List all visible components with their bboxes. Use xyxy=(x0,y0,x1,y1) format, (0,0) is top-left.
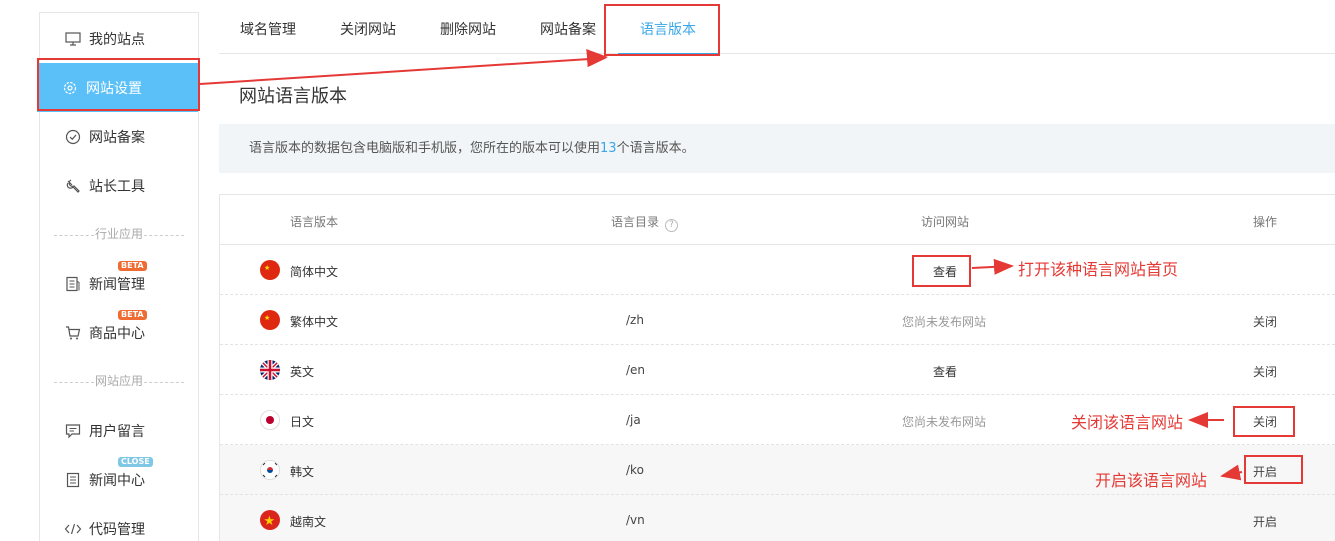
sidebar-item-my-sites[interactable]: 我的站点 xyxy=(40,14,198,63)
annotation-box-site-settings xyxy=(37,58,200,111)
language-name: 韩文 xyxy=(290,465,315,479)
sidebar-item-site-filing[interactable]: 网站备案 xyxy=(40,112,198,161)
sidebar-item-label: 用户留言 xyxy=(89,423,145,440)
china-flag-icon: ★ xyxy=(260,260,280,280)
annotation-box-view-button xyxy=(912,255,971,287)
language-name: 简体中文 xyxy=(290,265,339,279)
language-directory: /ja xyxy=(626,413,641,427)
close-language-button[interactable]: 关闭 xyxy=(1253,313,1277,330)
sidebar-item-label: 代码管理 xyxy=(89,521,145,538)
language-directory: /en xyxy=(626,363,646,377)
section-site-apps: 网站应用 xyxy=(40,372,198,392)
document-icon xyxy=(64,471,82,489)
message-icon xyxy=(64,422,82,440)
table-header: 语言版本 语言目录? 访问网站 操作 xyxy=(220,195,1335,245)
korea-flag-icon xyxy=(260,460,280,480)
site-not-published-text: 您尚未发布网站 xyxy=(902,315,987,329)
beta-badge: BETA xyxy=(118,310,147,320)
language-directory: /vn xyxy=(626,513,645,527)
enable-language-button[interactable]: 开启 xyxy=(1253,513,1277,530)
settings-tabs: 域名管理 关闭网站 删除网站 网站备案 语言版本 xyxy=(219,0,1335,55)
site-not-published-text: 您尚未发布网站 xyxy=(902,415,987,429)
header-directory: 语言目录? xyxy=(611,213,679,232)
header-visit: 访问网站 xyxy=(921,215,970,229)
close-language-button[interactable]: 关闭 xyxy=(1253,363,1277,380)
document-icon xyxy=(64,275,82,293)
china-flag-icon: ★ xyxy=(260,310,280,330)
close-badge: CLOSE xyxy=(118,457,153,467)
table-row: ★ 越南文 /vn 开启 xyxy=(220,495,1335,541)
code-icon xyxy=(64,520,82,538)
svg-text:★: ★ xyxy=(264,514,276,529)
uk-flag-icon xyxy=(260,360,280,380)
annotation-box-enable-button xyxy=(1244,455,1303,484)
tab-close-site[interactable]: 关闭网站 xyxy=(340,0,396,54)
language-name: 日文 xyxy=(290,415,315,429)
app-root: 我的站点 网站设置 网站备案 站长工具 行业应用 新闻管理 BETA 商品中心 … xyxy=(0,0,1335,541)
annotation-enable-language: 开启该语言网站 xyxy=(1095,471,1208,490)
sidebar-item-label: 我的站点 xyxy=(89,31,145,48)
sidebar-item-product-center[interactable]: 商品中心 BETA xyxy=(40,308,198,357)
language-name: 英文 xyxy=(290,365,315,379)
sidebar-item-label: 商品中心 xyxy=(89,325,145,342)
sidebar-item-code-management[interactable]: 代码管理 xyxy=(40,504,198,541)
tab-domain-management[interactable]: 域名管理 xyxy=(240,0,296,54)
sidebar-item-label: 新闻中心 xyxy=(89,472,145,489)
sidebar-item-news-management[interactable]: 新闻管理 BETA xyxy=(40,259,198,308)
beta-badge: BETA xyxy=(118,261,147,271)
svg-text:★: ★ xyxy=(264,314,270,322)
sidebar-item-label: 新闻管理 xyxy=(89,276,145,293)
cart-icon xyxy=(64,324,82,342)
header-language: 语言版本 xyxy=(290,215,339,229)
check-circle-icon xyxy=(64,128,82,146)
page-title: 网站语言版本 xyxy=(239,86,347,107)
annotation-open-home: 打开该种语言网站首页 xyxy=(1018,260,1179,279)
notice-banner: 语言版本的数据包含电脑版和手机版，您所在的版本可以使用13个语言版本。 xyxy=(219,124,1335,173)
language-directory: /ko xyxy=(626,463,644,477)
notice-count: 13 xyxy=(600,141,617,156)
help-icon[interactable]: ? xyxy=(665,219,679,232)
language-name: 繁体中文 xyxy=(290,315,339,329)
annotation-box-close-button xyxy=(1233,406,1295,437)
notice-suffix: 个语言版本。 xyxy=(616,141,695,156)
sidebar-item-webmaster-tools[interactable]: 站长工具 xyxy=(40,161,198,210)
vietnam-flag-icon: ★ xyxy=(260,510,280,530)
language-directory: /zh xyxy=(626,313,644,327)
monitor-icon xyxy=(64,30,82,48)
header-actions: 操作 xyxy=(1253,215,1278,229)
svg-text:★: ★ xyxy=(264,264,270,272)
tab-delete-site[interactable]: 删除网站 xyxy=(440,0,496,54)
sidebar-item-news-center[interactable]: 新闻中心 CLOSE xyxy=(40,455,198,504)
tab-site-filing[interactable]: 网站备案 xyxy=(540,0,596,54)
sidebar-item-label: 网站备案 xyxy=(89,129,145,146)
table-row: 英文 /en 查看 关闭 xyxy=(220,345,1335,395)
language-name: 越南文 xyxy=(290,515,327,529)
table-row: ★ 繁体中文 /zh 您尚未发布网站 关闭 xyxy=(220,295,1335,345)
japan-flag-icon xyxy=(260,410,280,430)
annotation-close-language: 关闭该语言网站 xyxy=(1071,413,1184,432)
sidebar-item-user-messages[interactable]: 用户留言 xyxy=(40,406,198,455)
sidebar-item-label: 站长工具 xyxy=(89,178,145,195)
header-directory-label: 语言目录 xyxy=(611,215,660,229)
annotation-box-language-tab xyxy=(604,4,720,56)
section-industry-apps: 行业应用 xyxy=(40,225,198,245)
wrench-icon xyxy=(64,177,82,195)
notice-prefix: 语言版本的数据包含电脑版和手机版，您所在的版本可以使用 xyxy=(249,141,601,156)
view-site-link[interactable]: 查看 xyxy=(933,363,957,380)
